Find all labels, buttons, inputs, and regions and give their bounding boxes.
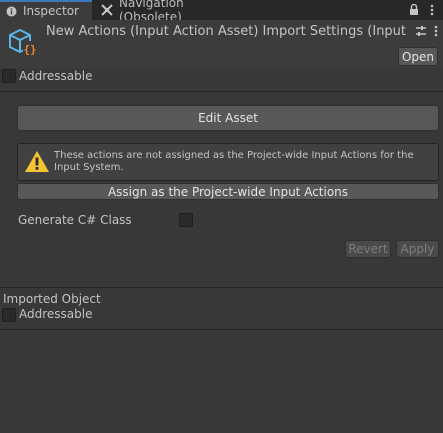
assign-project-wide-button[interactable]: Assign as the Project-wide Input Actions bbox=[17, 183, 439, 200]
imported-object-title: Imported Object bbox=[3, 292, 101, 306]
tab-bar: Inspector Navigation (Obsolete) bbox=[0, 0, 443, 24]
addressable-checkbox[interactable] bbox=[2, 69, 16, 83]
info-icon bbox=[6, 6, 17, 17]
warning-icon bbox=[24, 149, 50, 175]
inspector-header: {} New Actions (Input Action Asset) Impo… bbox=[0, 20, 443, 68]
help-box: These actions are not assigned as the Pr… bbox=[17, 143, 439, 181]
kebab-menu-icon[interactable] bbox=[429, 24, 443, 38]
tab-navigation[interactable]: Navigation (Obsolete) bbox=[95, 0, 255, 24]
svg-text:{}: {} bbox=[23, 43, 36, 56]
preset-icon[interactable] bbox=[414, 24, 428, 38]
revert-button[interactable]: Revert bbox=[345, 240, 391, 258]
navigation-icon bbox=[101, 4, 113, 16]
imported-addressable-label: Addressable bbox=[19, 307, 93, 321]
apply-button[interactable]: Apply bbox=[396, 240, 439, 258]
divider bbox=[0, 91, 443, 92]
imported-addressable-checkbox[interactable] bbox=[2, 308, 16, 322]
addressable-label: Addressable bbox=[19, 69, 93, 83]
tab-label: Inspector bbox=[23, 4, 79, 18]
tab-inspector[interactable]: Inspector bbox=[0, 0, 92, 20]
help-message: These actions are not assigned as the Pr… bbox=[54, 150, 414, 173]
lock-icon[interactable] bbox=[406, 2, 422, 18]
generate-csharp-label: Generate C# Class bbox=[18, 213, 132, 227]
divider bbox=[0, 287, 443, 288]
generate-csharp-checkbox[interactable] bbox=[179, 213, 193, 227]
input-action-asset-icon: {} bbox=[6, 26, 38, 58]
kebab-menu-icon[interactable] bbox=[424, 2, 440, 18]
header-title: New Actions (Input Action Asset) Import … bbox=[46, 24, 408, 39]
open-button[interactable]: Open bbox=[398, 47, 438, 66]
divider bbox=[0, 329, 443, 330]
edit-asset-button[interactable]: Edit Asset bbox=[17, 105, 439, 131]
